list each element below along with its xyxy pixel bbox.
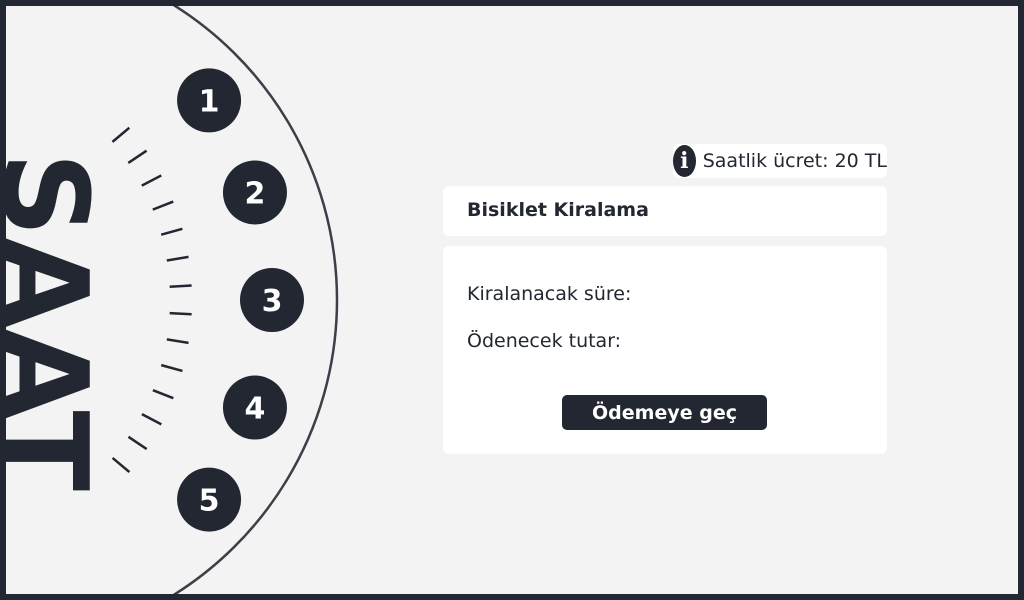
hourly-rate-chip: i Saatlik ücret: 20 TL — [673, 144, 887, 178]
rental-title: Bisiklet Kiralama — [467, 199, 649, 221]
dial-title: SAAT — [6, 152, 114, 491]
dial-ticks — [111, 126, 192, 474]
hour-marker-label: 4 — [245, 392, 266, 427]
hour-marker-5[interactable]: 5 — [177, 467, 242, 532]
rental-duration-label: Kiralanacak süre: — [467, 283, 632, 305]
dial-tick — [160, 227, 183, 236]
dial-tick — [169, 311, 192, 316]
hour-marker-2[interactable]: 2 — [222, 160, 287, 225]
hour-marker-4[interactable]: 4 — [222, 375, 287, 440]
hourly-rate-text: Saatlik ücret: 20 TL — [702, 150, 887, 172]
rental-title-card: Bisiklet Kiralama — [443, 186, 887, 236]
hour-marker-1[interactable]: 1 — [177, 68, 242, 133]
dial-tick — [127, 435, 148, 451]
hour-marker-label: 5 — [199, 484, 220, 519]
rental-form-card: Kiralanacak süre: Ödenecek tutar: Ödemey… — [443, 246, 887, 454]
amount-due-label: Ödenecek tutar: — [467, 330, 622, 352]
proceed-to-payment-button[interactable]: Ödemeye geç — [562, 395, 767, 430]
dial-tick — [141, 413, 162, 426]
dial-tick — [111, 457, 131, 474]
dial-tick — [111, 126, 131, 143]
hour-marker-3[interactable]: 3 — [240, 268, 304, 332]
dial-tick — [166, 255, 189, 262]
dial-tick — [160, 363, 183, 373]
app-screen: SAAT 1 2 3 4 5 i Saatlik ücret: 20 TL Bisikl… — [6, 6, 1018, 594]
dial-tick — [152, 200, 174, 211]
hour-marker-label: 2 — [245, 176, 266, 211]
dial-tick — [166, 338, 189, 345]
dial-tick — [169, 284, 192, 288]
dial-tick — [141, 174, 162, 187]
hour-marker-label: 3 — [262, 284, 283, 319]
dial-tick — [152, 388, 174, 400]
dial-tick — [127, 149, 148, 165]
info-icon[interactable]: i — [673, 145, 696, 177]
hour-marker-label: 1 — [199, 84, 220, 119]
